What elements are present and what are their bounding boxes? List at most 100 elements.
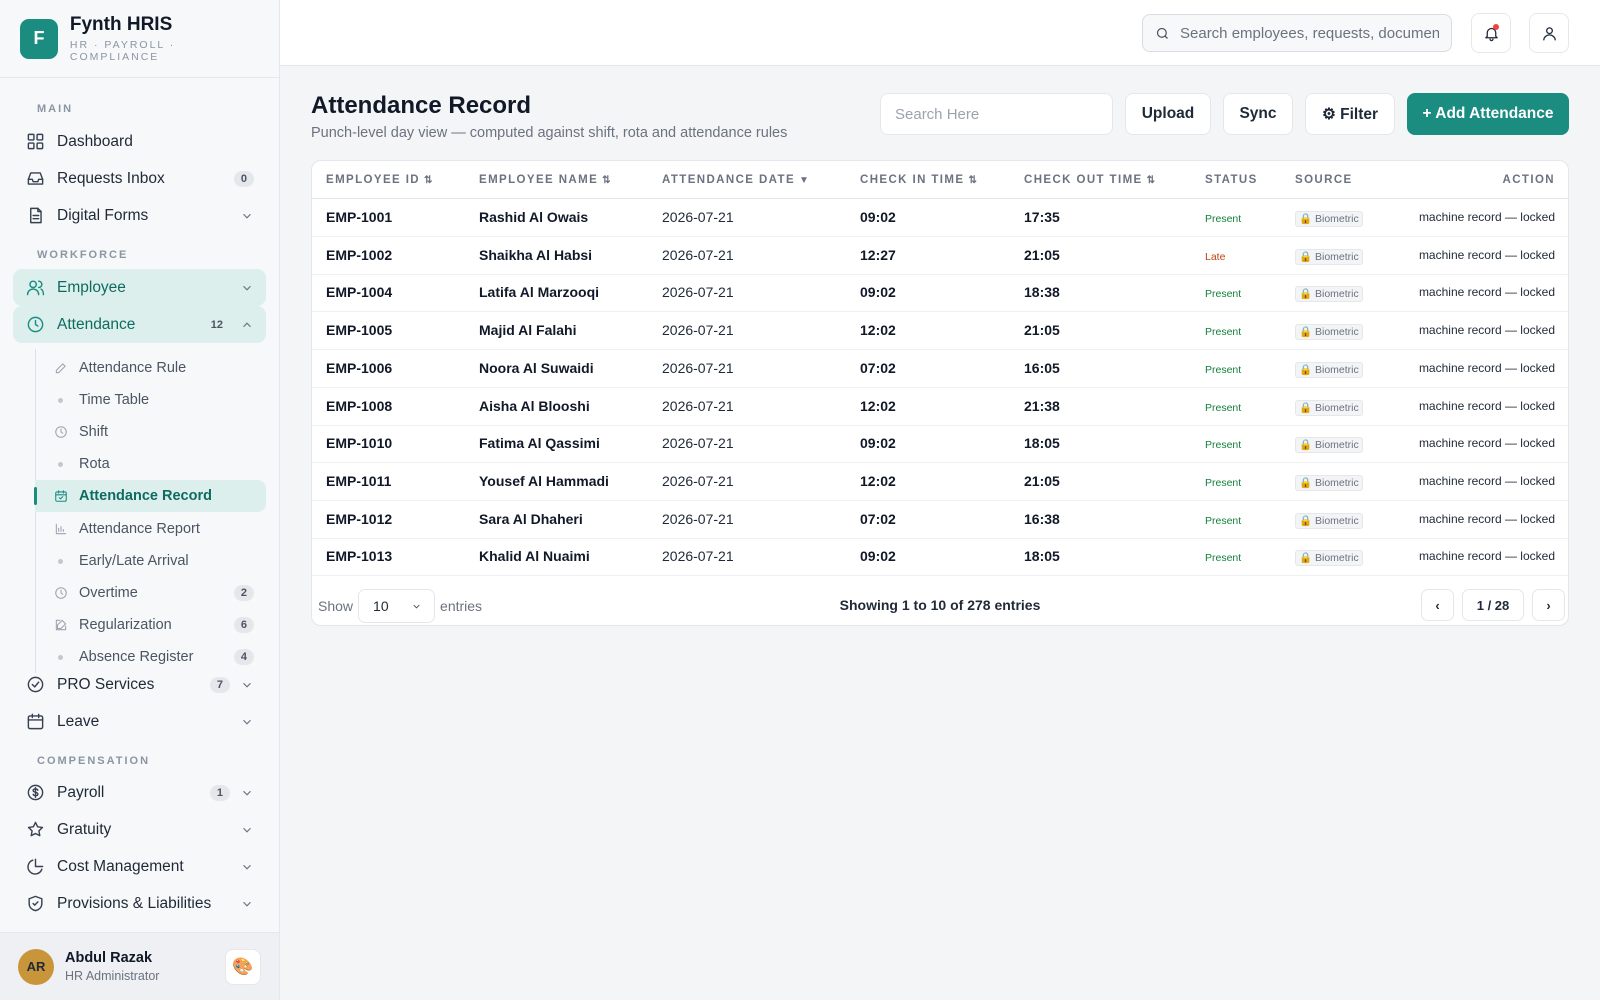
- cell-source: 🔒 Biometric: [1295, 538, 1363, 575]
- table-row[interactable]: EMP-1001 Rashid Al Owais 2026-07-21 09:02 17…: [312, 199, 1568, 237]
- count-badge: 12: [210, 318, 223, 331]
- chevron-down-icon: [240, 823, 254, 837]
- brand-tagline: HR · PAYROLL · COMPLIANCE: [69, 39, 176, 63]
- cell-source: 🔒 Biometric: [1295, 501, 1363, 538]
- column-header-status: STATUS: [1205, 174, 1258, 186]
- sync-button[interactable]: Sync: [1223, 93, 1293, 135]
- prev-page-button[interactable]: ‹: [1421, 589, 1454, 621]
- table-row[interactable]: EMP-1008 Aisha Al Blooshi 2026-07-21 12:02 2…: [312, 388, 1568, 426]
- cell-attendance-date: 2026-07-21: [662, 209, 734, 225]
- cell-attendance-date: 2026-07-21: [662, 359, 734, 376]
- sidebar-subitem-rota[interactable]: Rota: [35, 448, 266, 480]
- chevron-down-icon: [240, 678, 254, 692]
- profile-button[interactable]: [1529, 13, 1569, 53]
- sidebar-item-gratuity[interactable]: Gratuity: [13, 811, 266, 848]
- column-header-employee-name[interactable]: EMPLOYEE NAME ⇅: [479, 161, 611, 199]
- sidebar-item-requests-inbox[interactable]: Requests Inbox 0: [13, 160, 266, 197]
- edit-icon: [53, 618, 68, 633]
- calendar-icon: [25, 712, 45, 732]
- sidebar-subitem-attendance-rule[interactable]: Attendance Rule: [35, 352, 266, 384]
- sidebar-subitem-attendance-record[interactable]: Attendance Record: [34, 480, 266, 512]
- dollar-icon: [25, 783, 45, 803]
- filter-button[interactable]: ⚙ Filter: [1305, 93, 1395, 135]
- column-header-check-in[interactable]: CHECK IN TIME ⇅: [860, 161, 977, 199]
- user-card[interactable]: AR Abdul Razak HR Administrator 🎨: [0, 932, 279, 1000]
- sidebar-item-label: Payroll: [57, 783, 105, 801]
- users-icon: [25, 278, 45, 298]
- section-main: MAIN: [37, 103, 74, 115]
- cell-check-out: 21:05: [1024, 322, 1060, 339]
- cell-attendance-date: 2026-07-21: [662, 397, 734, 414]
- column-header-check-out[interactable]: CHECK OUT TIME ⇅: [1024, 161, 1155, 199]
- source-badge: 🔒 Biometric: [1295, 512, 1363, 529]
- count-badge: 2: [233, 585, 254, 601]
- cell-source: 🔒 Biometric: [1295, 274, 1363, 311]
- cell-check-in: 09:02: [860, 435, 896, 452]
- table-search-input[interactable]: [880, 93, 1113, 135]
- brand: F Fynth HRIS HR · PAYROLL · COMPLIANCE: [0, 0, 279, 78]
- sidebar-item-payroll[interactable]: Payroll 1: [13, 774, 266, 811]
- sidebar-item-leave[interactable]: Leave: [13, 703, 266, 740]
- next-page-button[interactable]: ›: [1532, 589, 1565, 621]
- cell-employee-name: Khalid Al Nuaimi: [479, 548, 590, 565]
- sidebar-subitem-overtime[interactable]: Overtime 2: [35, 577, 266, 609]
- column-header-source: SOURCE: [1295, 174, 1353, 186]
- cell-source: 🔒 Biometric: [1295, 425, 1363, 462]
- sidebar-subitem-label: Regularization: [79, 617, 172, 633]
- table-row[interactable]: EMP-1010 Fatima Al Qassimi 2026-07-21 09:02…: [312, 425, 1568, 464]
- add-attendance-button[interactable]: + Add Attendance: [1407, 93, 1569, 135]
- sidebar-item-label: Requests Inbox: [57, 169, 165, 187]
- cell-employee-id: EMP-1012: [326, 510, 393, 527]
- palette-icon[interactable]: 🎨: [225, 948, 261, 985]
- sidebar-subitem-attendance-report[interactable]: Attendance Report: [35, 513, 266, 545]
- sidebar-subitem-absence-register[interactable]: Absence Register 4: [35, 641, 266, 673]
- table-row[interactable]: EMP-1004 Latifa Al Marzooqi 2026-07-21 09:0…: [312, 274, 1568, 313]
- cell-action: machine record — locked: [1418, 436, 1555, 451]
- cell-action: machine record — locked: [1418, 549, 1555, 564]
- sidebar-item-dashboard[interactable]: Dashboard: [13, 123, 266, 160]
- table-row[interactable]: EMP-1005 Majid Al Falahi 2026-07-21 12:02 21…: [312, 312, 1568, 351]
- sidebar-subitem-regularization[interactable]: Regularization 6: [35, 609, 266, 641]
- table-row[interactable]: EMP-1011 Yousef Al Hammadi 2026-07-21 12:02…: [312, 463, 1568, 501]
- sidebar-subitem-early-late-arrival[interactable]: Early/Late Arrival: [35, 545, 266, 577]
- sidebar: F Fynth HRIS HR · PAYROLL · COMPLIANCE M…: [0, 0, 280, 1000]
- cell-action: machine record — locked: [1418, 511, 1555, 526]
- grid-icon: [25, 132, 45, 152]
- sidebar-item-cost-management[interactable]: Cost Management: [13, 848, 266, 885]
- cell-source: 🔒 Biometric: [1295, 237, 1363, 274]
- sidebar-subitem-label: Attendance Rule: [79, 360, 187, 376]
- chevron-down-icon: [240, 860, 254, 874]
- table-row[interactable]: EMP-1012 Sara Al Dhaheri 2026-07-21 07:02 16…: [312, 501, 1568, 539]
- notifications-button[interactable]: [1471, 13, 1511, 53]
- sidebar-subitem-label: Time Table: [79, 392, 150, 408]
- chevron-down-icon: [240, 715, 254, 729]
- sidebar-subitem-shift[interactable]: Shift: [35, 416, 266, 448]
- sidebar-item-provisions-liabilities[interactable]: Provisions & Liabilities: [13, 885, 266, 922]
- sidebar-subitem-time-table[interactable]: Time Table: [35, 384, 266, 416]
- cell-employee-name: Rashid Al Owais: [479, 209, 589, 225]
- cell-status: Present: [1205, 501, 1241, 538]
- check-circle-icon: [25, 675, 45, 695]
- cell-employee-name: Fatima Al Qassimi: [479, 435, 600, 452]
- section-compensation: COMPENSATION: [37, 755, 151, 767]
- topbar: [280, 0, 1600, 66]
- sidebar-item-digital-forms[interactable]: Digital Forms: [13, 197, 266, 234]
- table-row[interactable]: EMP-1013 Khalid Al Nuaimi 2026-07-21 09:02 1…: [312, 538, 1568, 577]
- sidebar-item-employee[interactable]: Employee: [13, 269, 266, 306]
- cell-check-out: 16:05: [1024, 359, 1060, 376]
- cell-check-in: 09:02: [860, 284, 896, 301]
- global-search[interactable]: [1142, 14, 1452, 52]
- upload-button[interactable]: Upload: [1125, 93, 1211, 135]
- brand-logo[interactable]: F: [20, 18, 58, 59]
- source-badge: 🔒 Biometric: [1295, 474, 1363, 491]
- cell-check-out: 18:38: [1024, 284, 1060, 301]
- global-search-input[interactable]: [1180, 24, 1439, 42]
- sidebar-item-attendance[interactable]: Attendance 12: [13, 306, 266, 343]
- column-header-employee-id[interactable]: EMPLOYEE ID ⇅: [326, 161, 432, 199]
- cell-employee-name: Sara Al Dhaheri: [479, 510, 583, 527]
- cell-check-in: 07:02: [860, 359, 896, 376]
- column-header-attendance-date[interactable]: ATTENDANCE DATE ▼: [662, 161, 809, 199]
- pie-chart-icon: [25, 857, 45, 877]
- table-row[interactable]: EMP-1006 Noora Al Suwaidi 2026-07-21 07:02 1…: [312, 350, 1568, 388]
- table-row[interactable]: EMP-1002 Shaikha Al Habsi 2026-07-21 12:27 2…: [312, 237, 1568, 275]
